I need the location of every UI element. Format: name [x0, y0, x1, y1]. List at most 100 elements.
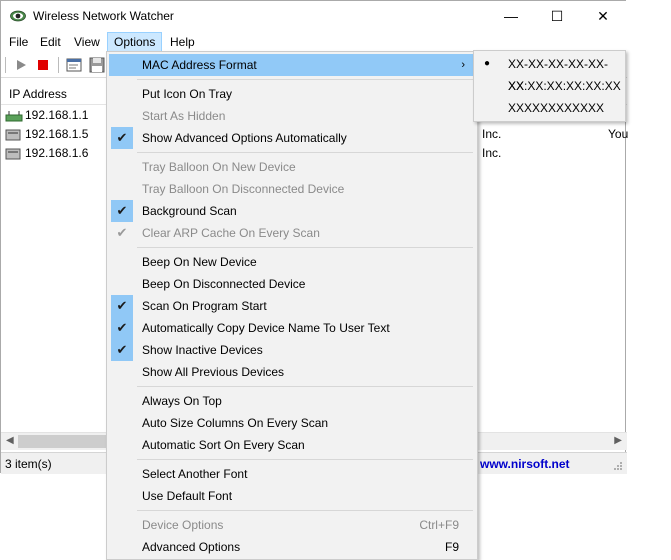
- router-icon: [5, 110, 23, 122]
- menu-item-label: Automatic Sort On Every Scan: [142, 438, 305, 452]
- menu-item-show-all-previous-devices[interactable]: Show All Previous Devices: [109, 361, 475, 383]
- submenu-arrow-icon: ›: [461, 59, 465, 71]
- checkmark-icon: ✔: [111, 317, 133, 339]
- ip-address-cell: 192.168.1.6: [25, 146, 89, 160]
- menu-separator: [137, 459, 473, 460]
- mac-format-submenu: ● XX-XX-XX-XX-XX-XX XX:XX:XX:XX:XX:XX XX…: [473, 50, 626, 122]
- options-dropdown-menu: MAC Address Format › Put Icon On Tray St…: [106, 51, 478, 560]
- stop-scan-icon[interactable]: [34, 56, 52, 74]
- menu-separator: [137, 386, 473, 387]
- menu-bar: File Edit View Options Help: [1, 32, 627, 52]
- menu-item-label: Start As Hidden: [142, 109, 226, 123]
- menu-separator: [137, 79, 473, 80]
- minimize-button[interactable]: —: [488, 1, 534, 32]
- vendor-cell: Inc.: [482, 146, 502, 160]
- menu-item-label: MAC Address Format: [142, 58, 257, 72]
- menu-item-put-icon-on-tray[interactable]: Put Icon On Tray: [109, 83, 475, 105]
- menu-options[interactable]: Options: [107, 32, 162, 52]
- computer-icon: [5, 129, 21, 141]
- menu-item-label: Tray Balloon On Disconnected Device: [142, 182, 345, 196]
- menu-item-show-advanced-options[interactable]: ✔ Show Advanced Options Automatically: [109, 127, 475, 149]
- menu-item-scan-on-program-start[interactable]: ✔ Scan On Program Start: [109, 295, 475, 317]
- app-eye-icon: [10, 10, 26, 22]
- menu-item-label: Background Scan: [142, 204, 237, 218]
- menu-item-label: Automatically Copy Device Name To User T…: [142, 321, 390, 335]
- checkmark-icon: ✔: [111, 200, 133, 222]
- column-header-ip-address[interactable]: IP Address: [9, 87, 67, 101]
- table-row[interactable]: 192.168.1.5: [5, 125, 88, 143]
- nirsoft-link[interactable]: www.nirsoft.net: [480, 457, 570, 471]
- save-icon[interactable]: [88, 56, 106, 74]
- menu-item-label: Advanced Options: [142, 540, 241, 554]
- menu-item-label: Auto Size Columns On Every Scan: [142, 416, 329, 430]
- menu-item-label: Tray Balloon On New Device: [142, 160, 296, 174]
- menu-item-device-options[interactable]: Device Options Ctrl+F9: [109, 514, 475, 536]
- item-count: 3 item(s): [5, 457, 52, 471]
- toolbar-separator: [5, 57, 6, 73]
- menu-item-tray-balloon-disconnected[interactable]: Tray Balloon On Disconnected Device: [109, 178, 475, 200]
- menu-item-label: Use Default Font: [142, 489, 233, 503]
- vendor-cell: Inc.: [482, 127, 502, 141]
- menu-separator: [137, 152, 473, 153]
- ip-address-cell: 192.168.1.1: [25, 108, 89, 122]
- menu-item-label: Show Inactive Devices: [142, 343, 263, 357]
- window-title: Wireless Network Watcher: [33, 9, 174, 23]
- menu-separator: [137, 247, 473, 248]
- menu-item-mac-address-format[interactable]: MAC Address Format ›: [109, 54, 475, 76]
- ip-address-cell: 192.168.1.5: [25, 127, 89, 141]
- table-row[interactable]: 192.168.1.6: [5, 144, 88, 162]
- checkmark-icon: ✔: [116, 225, 128, 240]
- menu-item-always-on-top[interactable]: Always On Top: [109, 390, 475, 412]
- checkmark-icon: ✔: [111, 127, 133, 149]
- resize-grip-icon[interactable]: [613, 461, 623, 471]
- toolbar-separator: [58, 57, 59, 73]
- menu-edit[interactable]: Edit: [34, 32, 67, 52]
- menu-item-clear-arp-cache[interactable]: ✔ Clear ARP Cache On Every Scan: [109, 222, 475, 244]
- shortcut-label: Ctrl+F9: [419, 518, 459, 532]
- menu-item-beep-disconnected-device[interactable]: Beep On Disconnected Device: [109, 273, 475, 295]
- menu-item-start-as-hidden[interactable]: Start As Hidden: [109, 105, 475, 127]
- menu-item-copy-device-name[interactable]: ✔ Automatically Copy Device Name To User…: [109, 317, 475, 339]
- menu-separator: [137, 510, 473, 511]
- menu-item-select-another-font[interactable]: Select Another Font: [109, 463, 475, 485]
- checkmark-icon: ✔: [111, 295, 133, 317]
- submenu-item-label: XXXXXXXXXXXX: [508, 101, 605, 115]
- menu-item-show-inactive-devices[interactable]: ✔ Show Inactive Devices: [109, 339, 475, 361]
- table-row[interactable]: 192.168.1.1: [5, 106, 88, 124]
- menu-item-beep-new-device[interactable]: Beep On New Device: [109, 251, 475, 273]
- menu-item-automatic-sort[interactable]: Automatic Sort On Every Scan: [109, 434, 475, 456]
- menu-item-tray-balloon-new[interactable]: Tray Balloon On New Device: [109, 156, 475, 178]
- menu-item-label: Show Advanced Options Automatically: [142, 131, 347, 145]
- scroll-left-icon[interactable]: ◀: [6, 435, 14, 446]
- menu-item-label: Put Icon On Tray: [142, 87, 233, 101]
- maximize-button[interactable]: ☐: [534, 1, 580, 32]
- shortcut-label: F9: [444, 540, 459, 554]
- properties-icon[interactable]: [65, 56, 83, 74]
- close-button[interactable]: ✕: [580, 1, 626, 32]
- menu-view[interactable]: View: [68, 32, 106, 52]
- menu-file[interactable]: File: [3, 32, 34, 52]
- menu-item-background-scan[interactable]: ✔ Background Scan: [109, 200, 475, 222]
- scroll-right-icon[interactable]: ▶: [614, 435, 622, 446]
- menu-item-label: Device Options: [142, 518, 224, 532]
- menu-item-label: Scan On Program Start: [142, 299, 267, 313]
- mac-format-option-plain[interactable]: XXXXXXXXXXXX: [476, 97, 623, 119]
- mac-format-option-dash[interactable]: ● XX-XX-XX-XX-XX-XX: [476, 53, 623, 93]
- menu-item-label: Always On Top: [142, 394, 222, 408]
- menu-item-label: Show All Previous Devices: [142, 365, 285, 379]
- submenu-item-label: XX:XX:XX:XX:XX:XX: [508, 79, 621, 93]
- radio-selected-icon: ●: [484, 58, 491, 69]
- menu-item-label: Beep On New Device: [142, 255, 257, 269]
- user-text-cell: You: [608, 127, 629, 141]
- menu-item-use-default-font[interactable]: Use Default Font: [109, 485, 475, 507]
- menu-item-advanced-options[interactable]: Advanced Options F9: [109, 536, 475, 558]
- title-bar: Wireless Network Watcher — ☐ ✕: [1, 1, 627, 32]
- menu-item-auto-size-columns[interactable]: Auto Size Columns On Every Scan: [109, 412, 475, 434]
- start-scan-icon[interactable]: [12, 56, 30, 74]
- mac-format-option-colon[interactable]: XX:XX:XX:XX:XX:XX: [476, 75, 623, 97]
- checkmark-icon: ✔: [111, 339, 133, 361]
- menu-item-label: Clear ARP Cache On Every Scan: [142, 226, 320, 240]
- menu-help[interactable]: Help: [164, 32, 201, 52]
- menu-item-label: Beep On Disconnected Device: [142, 277, 306, 291]
- menu-item-label: Select Another Font: [142, 467, 248, 481]
